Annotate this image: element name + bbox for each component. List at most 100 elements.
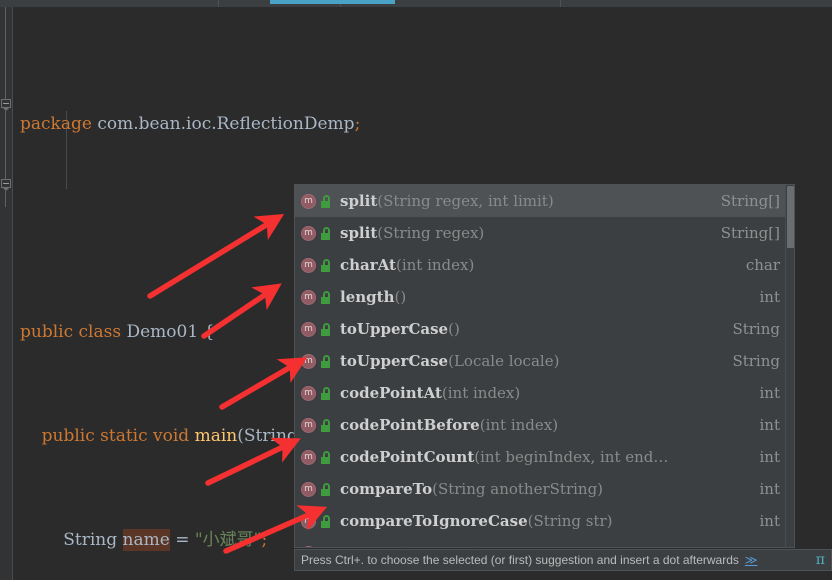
- completion-item-name: codePointAt: [340, 384, 442, 402]
- completion-item-signature: compareToIgnoreCase(String str): [340, 512, 750, 530]
- fold-marker-method[interactable]: [0, 179, 12, 191]
- popup-scrollbar-track[interactable]: [785, 185, 794, 547]
- completion-item-name: split: [340, 192, 378, 210]
- pi-icon[interactable]: π: [816, 552, 825, 568]
- completion-item[interactable]: m length() int: [295, 281, 788, 313]
- completion-item[interactable]: m charAt(int index) char: [295, 249, 788, 281]
- method-main: main: [194, 426, 238, 446]
- completion-item-params: (int index): [395, 256, 475, 274]
- completion-item[interactable]: m concat(String str) String: [295, 537, 788, 547]
- public-lock-icon: [320, 386, 331, 400]
- completion-item[interactable]: m split(String regex, int limit) String[]: [295, 185, 788, 217]
- public-lock-icon: [320, 258, 331, 272]
- completion-item[interactable]: m codePointBefore(int index) int: [295, 409, 788, 441]
- editor-gutter[interactable]: [0, 7, 13, 580]
- active-tab-indicator[interactable]: [270, 0, 395, 4]
- fold-region-line: [5, 111, 6, 183]
- semicolon: ;: [261, 530, 268, 550]
- fold-region-line: [5, 7, 6, 105]
- completion-item-params: (int index): [441, 384, 521, 402]
- completion-item-params: (String regex, int limit): [377, 192, 554, 210]
- completion-item-name: codePointCount: [340, 448, 475, 466]
- completion-item[interactable]: m codePointCount(int beginIndex, int end……: [295, 441, 788, 473]
- keyword-static: static: [100, 426, 148, 446]
- completion-item-params: (int index): [479, 416, 559, 434]
- method-icon: m: [301, 225, 316, 241]
- completion-item[interactable]: m codePointAt(int index) int: [295, 377, 788, 409]
- completion-item-return-type: int: [759, 288, 781, 306]
- method-icon: m: [301, 513, 316, 529]
- completion-item-name: charAt: [340, 256, 396, 274]
- method-icon: m: [301, 545, 316, 547]
- completion-item[interactable]: m split(String regex) String[]: [295, 217, 788, 249]
- completion-item[interactable]: m toUpperCase(Locale locale) String: [295, 345, 788, 377]
- completion-item-signature: charAt(int index): [340, 256, 736, 274]
- keyword-void: void: [153, 426, 190, 446]
- completion-item-name: codePointBefore: [340, 416, 480, 434]
- completion-item-return-type: int: [759, 448, 781, 466]
- type-string: String: [63, 530, 118, 550]
- public-lock-icon: [320, 450, 331, 464]
- string-literal: "小斌哥": [194, 530, 262, 550]
- public-lock-icon: [320, 418, 331, 432]
- completion-item-signature: split(String regex): [340, 224, 711, 242]
- assign-operator: =: [175, 530, 190, 550]
- method-icon: m: [301, 481, 316, 497]
- fold-region-line: [5, 191, 6, 207]
- completion-item-return-type: int: [759, 416, 781, 434]
- completion-item-name: toUpperCase: [340, 352, 449, 370]
- completion-item-return-type: char: [745, 256, 780, 274]
- editor-tab-strip: [0, 0, 832, 7]
- public-lock-icon: [320, 354, 331, 368]
- tab-divider: [218, 0, 219, 7]
- method-icon: m: [301, 321, 316, 337]
- public-lock-icon: [320, 226, 331, 240]
- method-icon: m: [301, 385, 316, 401]
- public-lock-icon: [320, 546, 331, 547]
- keyword-package: package: [20, 114, 92, 134]
- completion-item-params: (): [448, 320, 460, 338]
- method-icon: m: [301, 353, 316, 369]
- completion-item[interactable]: m toUpperCase() String: [295, 313, 788, 345]
- completion-item-params: (): [394, 288, 407, 306]
- completion-item-signature: concat(String str): [340, 544, 722, 547]
- completion-item-signature: length(): [340, 288, 750, 306]
- fold-marker-class[interactable]: [0, 99, 12, 111]
- completion-item-return-type: String[]: [720, 224, 780, 242]
- completion-item[interactable]: m compareTo(String anotherString) int: [295, 473, 788, 505]
- completion-item-return-type: int: [759, 384, 781, 402]
- completion-item-params: (String str): [396, 544, 481, 547]
- public-lock-icon: [320, 514, 331, 528]
- code-completion-popup[interactable]: m split(String regex, int limit) String[] m…: [294, 184, 795, 548]
- completion-item-return-type: String: [732, 544, 780, 547]
- completion-item-signature: codePointCount(int beginIndex, int end…: [340, 448, 750, 466]
- completion-hint-bar: Press Ctrl+. to choose the selected (or …: [294, 549, 832, 571]
- method-icon: m: [301, 417, 316, 433]
- public-lock-icon: [320, 322, 331, 336]
- brace-open: {: [203, 322, 215, 342]
- completion-item-return-type: String: [732, 352, 780, 370]
- hint-more-link[interactable]: ≫: [745, 553, 758, 567]
- hint-text: Press Ctrl+. to choose the selected (or …: [301, 553, 739, 567]
- completion-item-name: split: [340, 224, 378, 242]
- completion-item-return-type: int: [759, 512, 781, 530]
- public-lock-icon: [320, 290, 331, 304]
- completion-item-params: (String anotherString): [432, 480, 604, 498]
- completion-item-signature: toUpperCase(): [340, 320, 722, 338]
- package-name: com.bean.ioc.ReflectionDemp: [97, 114, 355, 134]
- completion-item-name: toUpperCase: [340, 320, 449, 338]
- completion-item-params: (String str): [527, 512, 613, 530]
- popup-scrollbar-thumb[interactable]: [787, 186, 794, 248]
- completion-item[interactable]: m compareToIgnoreCase(String str) int: [295, 505, 788, 537]
- public-lock-icon: [320, 194, 331, 208]
- completion-item-return-type: String: [732, 320, 780, 338]
- completion-item-params: (int beginIndex, int end…: [474, 448, 669, 466]
- method-icon: m: [301, 193, 316, 209]
- method-icon: m: [301, 257, 316, 273]
- completion-item-signature: toUpperCase(Locale locale): [340, 352, 722, 370]
- code-line-1[interactable]: package com.bean.ioc.ReflectionDemp;: [14, 111, 832, 137]
- completion-item-list[interactable]: m split(String regex, int limit) String[] m…: [295, 185, 788, 547]
- variable-name-highlighted: name: [122, 529, 170, 551]
- completion-item-params: (String regex): [377, 224, 485, 242]
- keyword-public: public: [20, 322, 74, 342]
